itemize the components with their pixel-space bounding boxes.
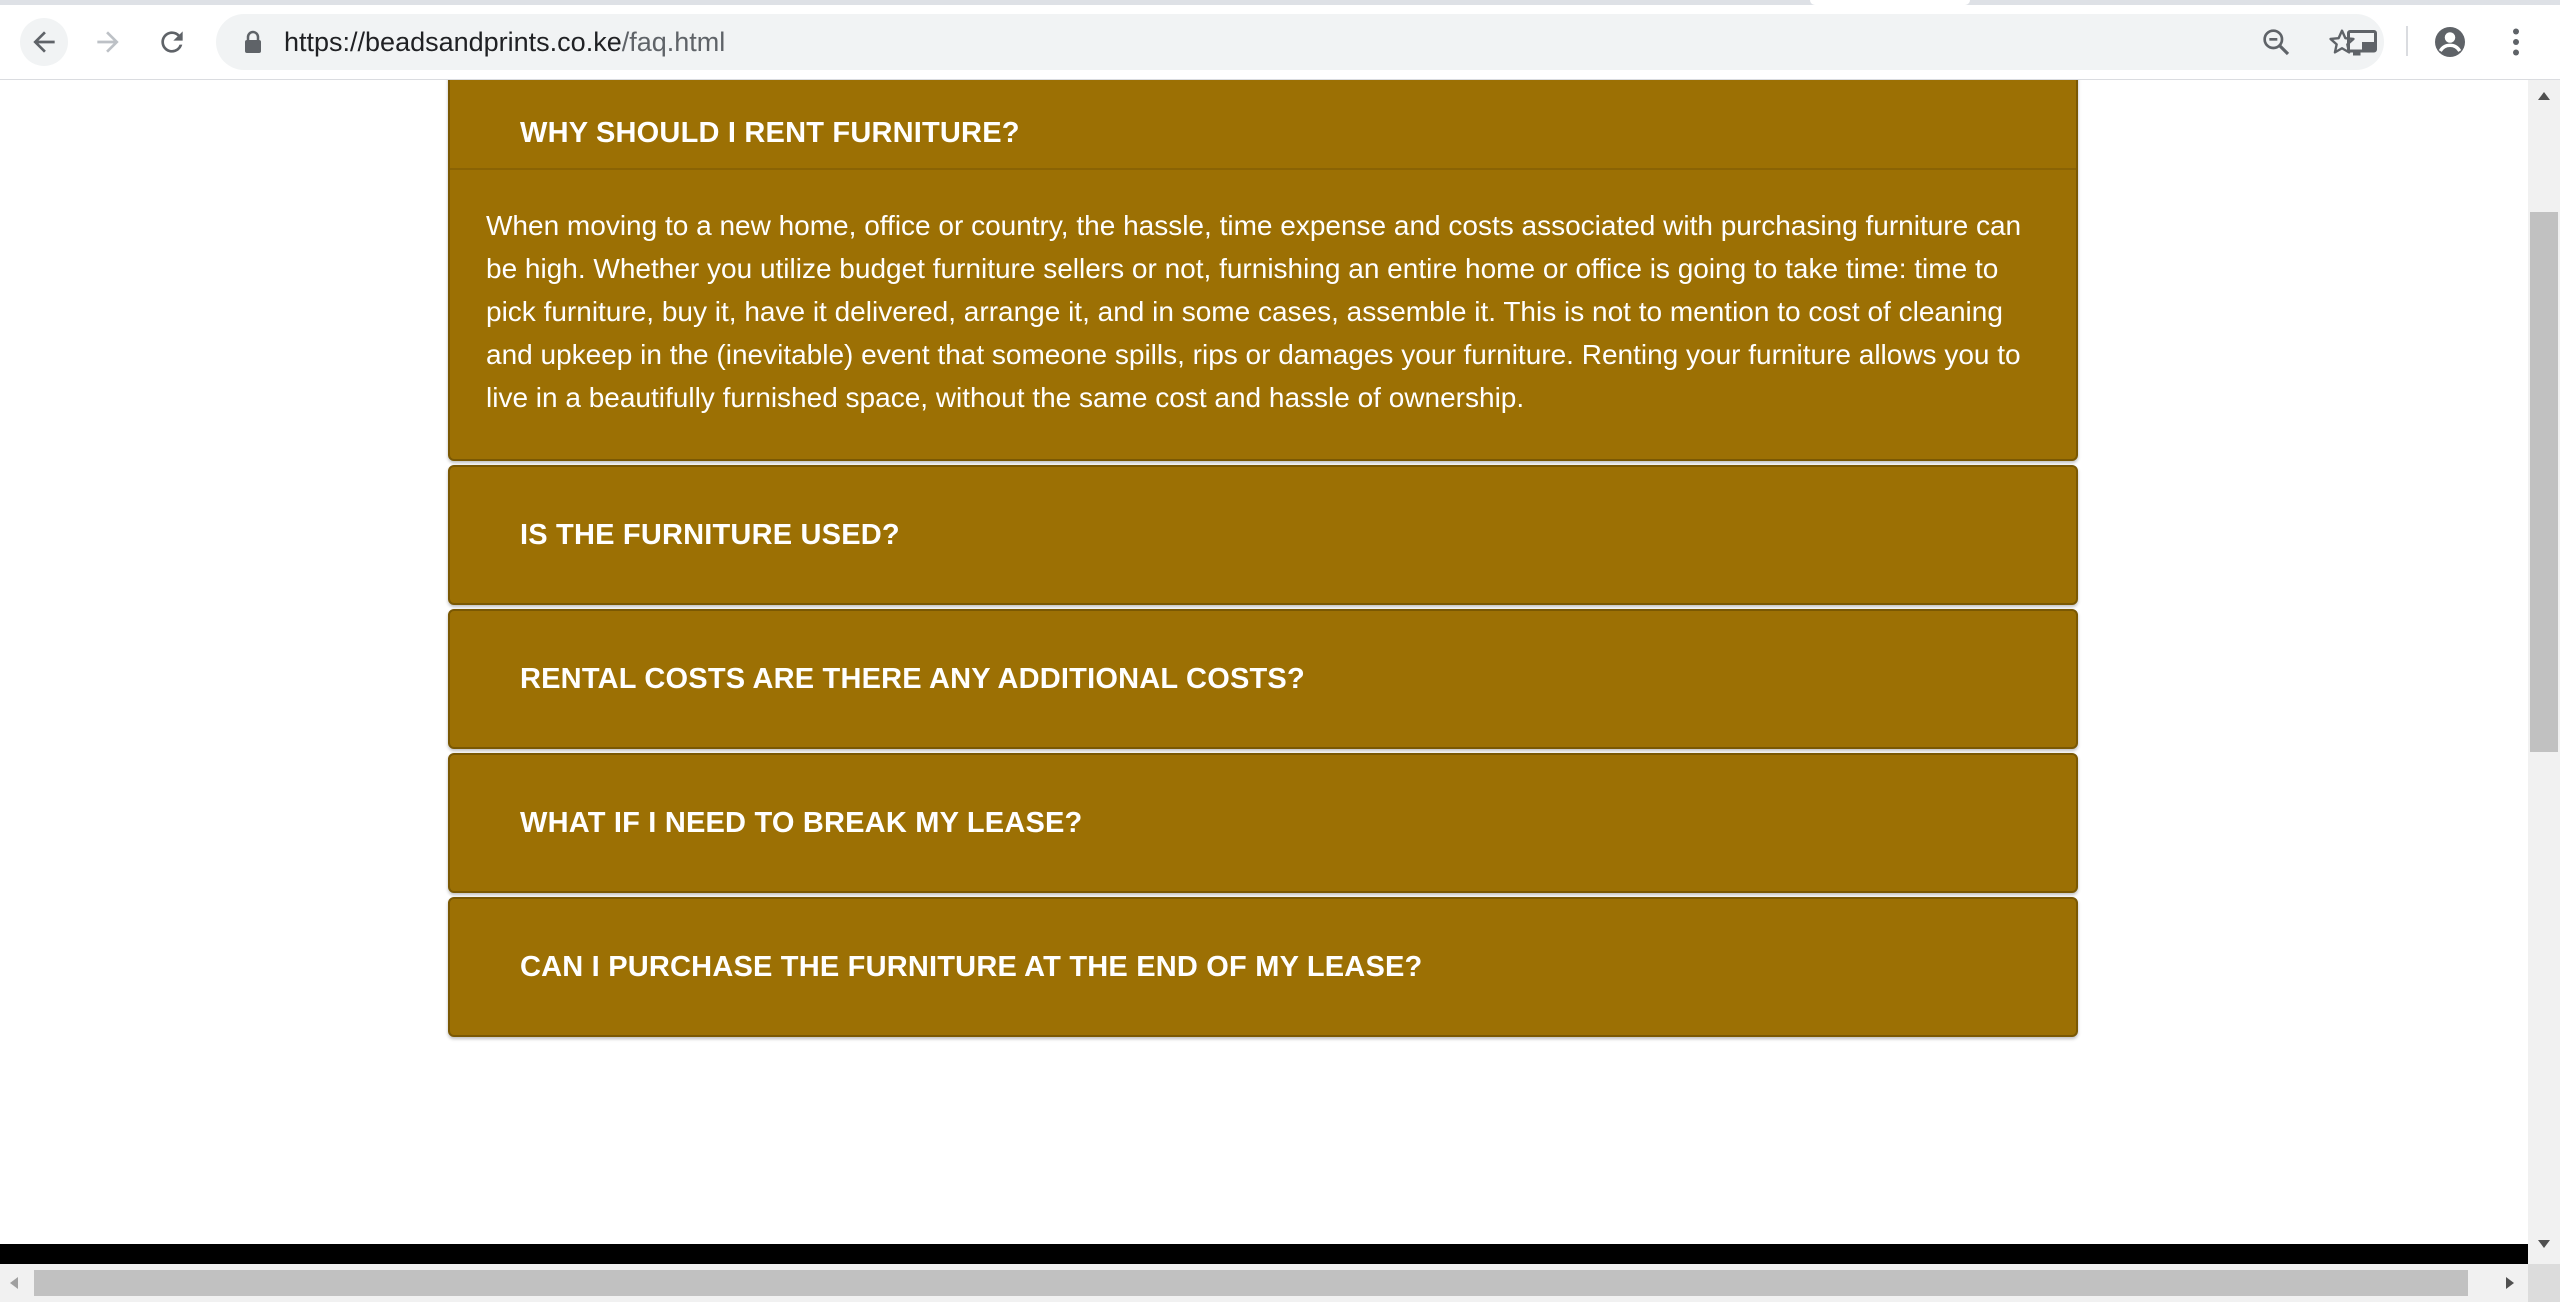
faq-question[interactable]: WHAT IF I NEED TO BREAK MY LEASE? [450, 755, 2076, 891]
faq-item: RENTAL COSTS ARE THERE ANY ADDITIONAL CO… [448, 609, 2078, 749]
forward-button[interactable] [84, 18, 132, 66]
faq-item: IS THE FURNITURE USED? [448, 465, 2078, 605]
faq-item: WHAT IF I NEED TO BREAK MY LEASE? [448, 753, 2078, 893]
url-host: https://beadsandprints.co.ke [284, 27, 622, 57]
tab-strip [0, 0, 2560, 5]
reload-icon [161, 31, 183, 53]
faq-accordion: WHY SHOULD I RENT FURNITURE? When moving… [448, 80, 2078, 1041]
browser-toolbar: https://beadsandprints.co.ke/faq.html [0, 0, 2560, 80]
lock-icon [245, 30, 261, 53]
vertical-scroll-thumb[interactable] [2530, 212, 2558, 752]
scrollbar-corner [2528, 1264, 2560, 1302]
footer-bar [0, 1244, 2528, 1264]
vertical-scrollbar[interactable] [2528, 80, 2560, 1264]
kebab-menu-icon[interactable] [2498, 24, 2534, 60]
url-text[interactable]: https://beadsandprints.co.ke/faq.html [284, 26, 725, 58]
scroll-right-icon[interactable] [2506, 1277, 2514, 1289]
url-path: /faq.html [621, 27, 726, 57]
page-viewport: WHY SHOULD I RENT FURNITURE? When moving… [0, 80, 2528, 1244]
horizontal-scrollbar[interactable] [0, 1264, 2528, 1302]
toolbar-separator [2406, 26, 2408, 56]
forward-arrow-icon [97, 31, 119, 53]
cast-icon[interactable] [2344, 24, 2380, 60]
zoom-out-icon[interactable] [2260, 26, 2292, 58]
reload-button[interactable] [148, 18, 196, 66]
faq-question[interactable]: CAN I PURCHASE THE FURNITURE AT THE END … [450, 899, 2076, 1035]
scroll-down-icon[interactable] [2538, 1240, 2550, 1248]
faq-item: CAN I PURCHASE THE FURNITURE AT THE END … [448, 897, 2078, 1037]
address-bar[interactable]: https://beadsandprints.co.ke/faq.html [216, 14, 2384, 70]
scroll-left-icon[interactable] [10, 1277, 18, 1289]
scroll-up-icon[interactable] [2538, 92, 2550, 100]
active-tab-edge[interactable] [1810, 0, 1970, 5]
back-arrow-icon [33, 31, 55, 53]
faq-answer: When moving to a new home, office or cou… [486, 210, 2022, 413]
faq-item: WHY SHOULD I RENT FURNITURE? When moving… [448, 80, 2078, 461]
back-button[interactable] [20, 18, 68, 66]
faq-question[interactable]: WHY SHOULD I RENT FURNITURE? [450, 80, 2076, 170]
faq-question[interactable]: IS THE FURNITURE USED? [450, 467, 2076, 603]
horizontal-scroll-thumb[interactable] [34, 1270, 2468, 1296]
faq-question[interactable]: RENTAL COSTS ARE THERE ANY ADDITIONAL CO… [450, 611, 2076, 747]
account-icon[interactable] [2432, 24, 2468, 60]
